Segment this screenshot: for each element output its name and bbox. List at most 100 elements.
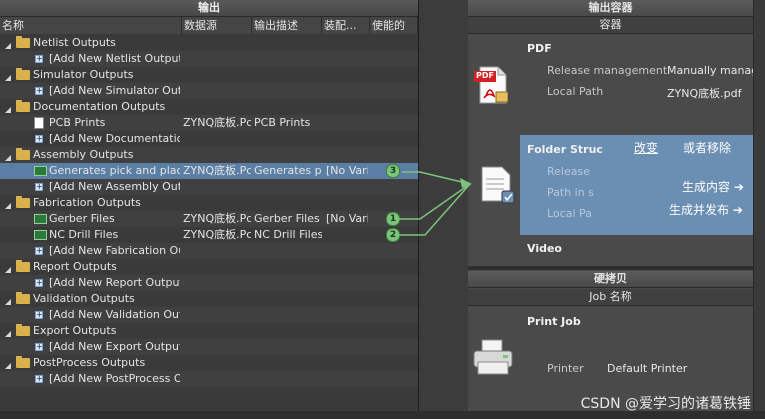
- add-output-row[interactable]: + [Add New Report Output]: [0, 275, 418, 291]
- output-description: Generates pic: [254, 164, 322, 177]
- group-label: Documentation Outputs: [33, 100, 166, 113]
- add-output-icon: +: [35, 54, 43, 63]
- generate-content-button[interactable]: 生成内容 ➔: [682, 178, 744, 195]
- add-output-row[interactable]: + [Add New Validation Outp: [0, 307, 418, 323]
- output-source: ZYNQ底板.Pc: [183, 228, 251, 241]
- output-source: ZYNQ底板.Pc: [183, 212, 251, 225]
- add-output-label: [Add New PostProcess Ou: [49, 372, 180, 385]
- collapse-triangle-icon[interactable]: [4, 295, 12, 305]
- job-name-header[interactable]: Job 名称: [468, 289, 753, 306]
- add-output-label: [Add New Validation Outp: [49, 308, 180, 321]
- tree-group-row[interactable]: Validation Outputs: [0, 291, 418, 307]
- group-label: Fabrication Outputs: [33, 196, 141, 209]
- add-output-label: [Add New Fabrication Ou: [49, 244, 180, 257]
- collapse-triangle-icon[interactable]: [4, 199, 12, 209]
- collapse-triangle-icon[interactable]: [4, 103, 12, 113]
- tree-group-row[interactable]: Assembly Outputs: [0, 147, 418, 163]
- folder-icon: [16, 356, 30, 368]
- column-header-assembly[interactable]: 装配...: [322, 17, 370, 34]
- collapse-triangle-icon[interactable]: [4, 39, 12, 49]
- video-container[interactable]: Video: [468, 236, 753, 270]
- tree-group-row[interactable]: Netlist Outputs: [0, 35, 418, 51]
- folder-icon: [16, 260, 30, 272]
- group-label: Assembly Outputs: [33, 148, 134, 161]
- folder-path-label: Path in s: [547, 186, 594, 199]
- output-item-row[interactable]: Gerber Files ZYNQ底板.Pc Gerber Files [No Var…: [0, 211, 418, 227]
- tree-group-row[interactable]: PostProcess Outputs: [0, 355, 418, 371]
- tree-group-row[interactable]: Fabrication Outputs: [0, 195, 418, 211]
- splitter[interactable]: [468, 266, 753, 270]
- watermark: CSDN @爱学习的诸葛铁锤: [580, 396, 751, 412]
- print-job-name: Print Job: [527, 315, 581, 328]
- column-header-source[interactable]: 数据源: [182, 17, 252, 34]
- document-icon: [34, 117, 44, 129]
- add-output-icon: +: [35, 310, 43, 319]
- add-output-label: [Add New Netlist Output]: [49, 52, 180, 65]
- output-containers-title: 输出容器: [468, 0, 753, 17]
- add-output-row[interactable]: + [Add New Netlist Output]: [0, 51, 418, 67]
- outputs-panel-title: 输出: [0, 0, 418, 17]
- add-output-label: [Add New Documentation: [49, 132, 180, 145]
- add-output-row[interactable]: + [Add New PostProcess Ou: [0, 371, 418, 387]
- folder-icon: [16, 36, 30, 48]
- folder-structure-container[interactable]: Folder Struc 改变 或者移除 Release Path in s L…: [468, 135, 753, 235]
- group-label: Netlist Outputs: [33, 36, 116, 49]
- output-description: Gerber Files: [254, 212, 320, 225]
- container-link-badge[interactable]: 3: [386, 164, 400, 178]
- add-output-label: [Add New Simulator Outpu: [49, 84, 180, 97]
- add-output-icon: +: [35, 134, 43, 143]
- collapse-triangle-icon[interactable]: [4, 327, 12, 337]
- add-output-row[interactable]: + [Add New Documentation: [0, 131, 418, 147]
- output-description: PCB Prints: [254, 116, 311, 129]
- output-item-row[interactable]: NC Drill Files ZYNQ底板.Pc NC Drill Files 2: [0, 227, 418, 243]
- folder-icon: [16, 196, 30, 208]
- output-source: ZYNQ底板.Pc: [183, 116, 251, 129]
- change-link[interactable]: 改变: [634, 139, 658, 156]
- video-container-name: Video: [527, 242, 562, 255]
- tree-group-row[interactable]: Export Outputs: [0, 323, 418, 339]
- add-output-label: [Add New Export Output]: [49, 340, 180, 353]
- group-label: Report Outputs: [33, 260, 117, 273]
- tree-group-row[interactable]: Report Outputs: [0, 259, 418, 275]
- container-link-badge[interactable]: 1: [386, 212, 400, 226]
- container-link-badge[interactable]: 2: [386, 228, 400, 242]
- add-output-icon: +: [35, 342, 43, 351]
- folder-structure-card[interactable]: Folder Struc 改变 或者移除 Release Path in s L…: [520, 135, 753, 235]
- collapse-triangle-icon[interactable]: [4, 71, 12, 81]
- output-name: PCB Prints: [49, 116, 106, 129]
- or-remove-link[interactable]: 或者移除: [683, 139, 731, 156]
- group-label: Simulator Outputs: [33, 68, 134, 81]
- printer-label: Printer: [547, 362, 584, 375]
- outputs-panel: 输出 名称 数据源 输出描述 装配... 使能的 Netlist Outputs…: [0, 0, 419, 411]
- column-header-name[interactable]: 名称: [0, 17, 182, 34]
- collapse-triangle-icon[interactable]: [4, 359, 12, 369]
- group-label: Export Outputs: [33, 324, 117, 337]
- output-item-row[interactable]: Generates pick and place ZYNQ底板.Pc Generat…: [0, 163, 418, 179]
- add-output-row[interactable]: + [Add New Fabrication Ou: [0, 243, 418, 259]
- right-scrollbar[interactable]: [753, 0, 765, 411]
- output-name: Generates pick and place: [49, 164, 180, 177]
- collapse-triangle-icon[interactable]: [4, 263, 12, 273]
- generate-and-publish-button[interactable]: 生成并发布 ➔: [669, 201, 743, 218]
- output-item-row[interactable]: PCB Prints ZYNQ底板.Pc PCB Prints: [0, 115, 418, 131]
- add-output-icon: +: [35, 182, 43, 191]
- folder-icon: [16, 292, 30, 304]
- folder-icon: [16, 100, 30, 112]
- column-header-description[interactable]: 输出描述: [252, 17, 322, 34]
- hardcopy-title: 硬拷贝: [468, 271, 753, 288]
- pdf-container[interactable]: PDF PDF Release management Manually mana…: [468, 34, 753, 134]
- add-output-row[interactable]: + [Add New Simulator Outpu: [0, 83, 418, 99]
- add-output-row[interactable]: + [Add New Export Output]: [0, 339, 418, 355]
- add-output-label: [Add New Assembly Outp: [49, 180, 180, 193]
- output-source: ZYNQ底板.Pc: [183, 164, 251, 177]
- tree-group-row[interactable]: Documentation Outputs: [0, 99, 418, 115]
- tree-group-row[interactable]: Simulator Outputs: [0, 67, 418, 83]
- containers-subheader: 容器: [468, 17, 753, 34]
- column-header-enabled[interactable]: 使能的: [370, 17, 418, 34]
- pdf-path-value: ZYNQ底板.pdf: [667, 87, 742, 100]
- folder-release-label: Release: [547, 165, 590, 178]
- add-output-row[interactable]: + [Add New Assembly Outp: [0, 179, 418, 195]
- collapse-triangle-icon[interactable]: [4, 151, 12, 161]
- add-output-icon: +: [35, 374, 43, 383]
- add-output-icon: +: [35, 246, 43, 255]
